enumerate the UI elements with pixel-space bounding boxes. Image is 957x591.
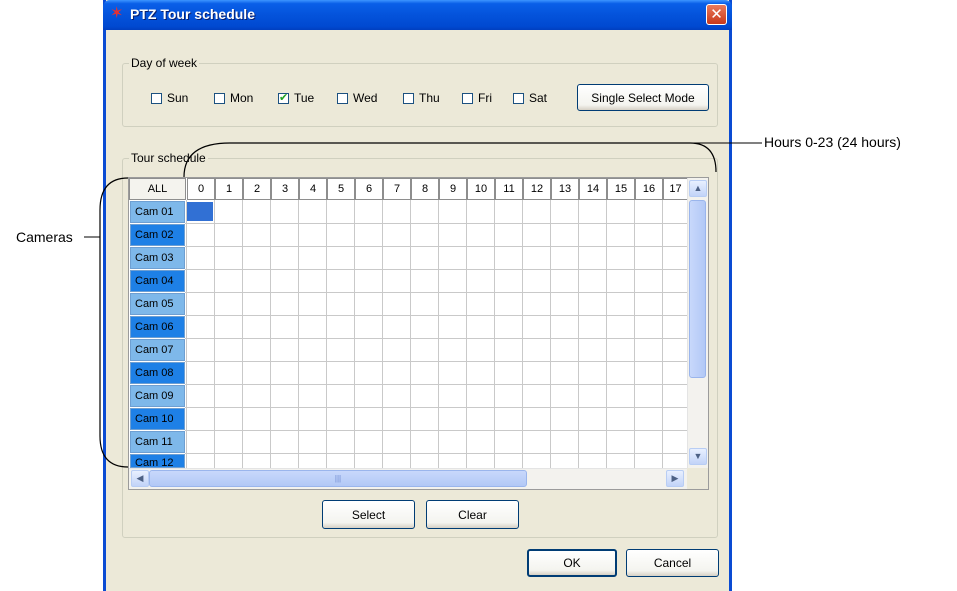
camera-row-label[interactable]: Cam 05 [130,293,185,315]
checkbox-label: Thu [419,91,440,105]
checkbox-label: Fri [478,91,492,105]
cancel-button[interactable]: Cancel [626,549,719,577]
scroll-right-icon[interactable]: ▶ [666,470,684,487]
camera-row-label[interactable]: Cam 12 [130,454,185,468]
title-bar[interactable]: ✶ PTZ Tour schedule ✕ [103,0,732,30]
grid-line [185,361,687,362]
hour-header[interactable]: 13 [551,178,579,200]
scroll-down-icon[interactable]: ▼ [689,448,707,465]
checkbox-wed[interactable]: Wed [337,90,377,106]
camera-row-label[interactable]: Cam 02 [130,224,185,246]
horizontal-scroll-thumb[interactable]: ||| [149,470,527,487]
scroll-up-icon[interactable]: ▲ [689,180,707,197]
grid-line [185,315,687,316]
checkbox-sat[interactable]: Sat [513,90,547,106]
camera-row-label[interactable]: Cam 11 [130,431,185,453]
window-title: PTZ Tour schedule [130,6,255,22]
hour-header[interactable]: 17 [663,178,688,200]
all-header-button[interactable]: ALL [129,178,186,200]
hour-header[interactable]: 9 [439,178,467,200]
checkbox-label: Sun [167,91,189,105]
hour-header[interactable]: 10 [467,178,495,200]
hour-header[interactable]: 5 [327,178,355,200]
grid-line [185,338,687,339]
day-of-week-legend: Day of week [129,56,200,70]
checkbox-box[interactable] [337,92,348,104]
scrollbar-corner [687,468,708,489]
camera-row-label[interactable]: Cam 04 [130,270,185,292]
ok-button[interactable]: OK [527,549,617,577]
selected-schedule-cell[interactable] [187,202,213,221]
checkbox-box[interactable] [403,92,414,104]
camera-row-label[interactable]: Cam 03 [130,247,185,269]
horizontal-scrollbar[interactable]: ◀ ||| ▶ [129,468,688,489]
checkbox-tue[interactable]: Tue [278,90,314,106]
checkbox-label: Mon [230,91,254,105]
hour-header[interactable]: 8 [411,178,439,200]
camera-row-label[interactable]: Cam 08 [130,362,185,384]
app-icon: ✶ [110,5,124,22]
grid-line [185,269,687,270]
hour-header[interactable]: 3 [271,178,299,200]
hour-header[interactable]: 11 [495,178,523,200]
checkbox-box[interactable] [513,92,524,104]
camera-row-label[interactable]: Cam 01 [130,201,185,223]
checkbox-label: Tue [294,91,315,105]
hours-annotation: Hours 0-23 (24 hours) [764,134,901,150]
hour-header[interactable]: 15 [607,178,635,200]
vertical-scrollbar[interactable]: ▲ ▼ [687,178,708,468]
checkbox-box[interactable] [278,91,289,104]
schedule-grid[interactable]: ALL 0 1 2 3 4 5 6 7 8 9 10 11 12 13 14 1… [128,177,709,490]
hour-header[interactable]: 4 [299,178,327,200]
grid-line [185,246,687,247]
close-button[interactable]: ✕ [706,4,727,25]
grid-line [185,292,687,293]
checkbox-sun[interactable]: Sun [151,90,188,106]
hour-header[interactable]: 12 [523,178,551,200]
camera-row-label[interactable]: Cam 09 [130,385,185,407]
grid-line [185,407,687,408]
hour-header[interactable]: 2 [243,178,271,200]
checkbox-label: Wed [353,91,378,105]
scroll-left-icon[interactable]: ◀ [131,470,149,487]
camera-row-label[interactable]: Cam 07 [130,339,185,361]
hour-header[interactable]: 1 [215,178,243,200]
checkbox-box[interactable] [462,92,473,104]
checkbox-mon[interactable]: Mon [214,90,253,106]
grid-line [185,430,687,431]
camera-row-label[interactable]: Cam 10 [130,408,185,430]
grid-line [185,223,687,224]
hour-header[interactable]: 6 [355,178,383,200]
single-select-mode-button[interactable]: Single Select Mode [577,84,709,111]
hour-header[interactable]: 0 [187,178,215,200]
tour-schedule-legend: Tour schedule [129,151,208,165]
hour-header[interactable]: 16 [635,178,663,200]
vertical-scroll-thumb[interactable] [689,200,706,378]
clear-button[interactable]: Clear [426,500,519,529]
hour-header[interactable]: 7 [383,178,411,200]
select-button[interactable]: Select [322,500,415,529]
cameras-annotation: Cameras [16,229,73,245]
checkbox-box[interactable] [214,92,225,104]
checkbox-thu[interactable]: Thu [403,90,440,106]
checkbox-label: Sat [529,91,548,105]
grid-line [185,384,687,385]
hour-header[interactable]: 14 [579,178,607,200]
grid-line [185,453,687,454]
checkbox-box[interactable] [151,92,162,104]
checkbox-fri[interactable]: Fri [462,90,492,106]
camera-row-label[interactable]: Cam 06 [130,316,185,338]
